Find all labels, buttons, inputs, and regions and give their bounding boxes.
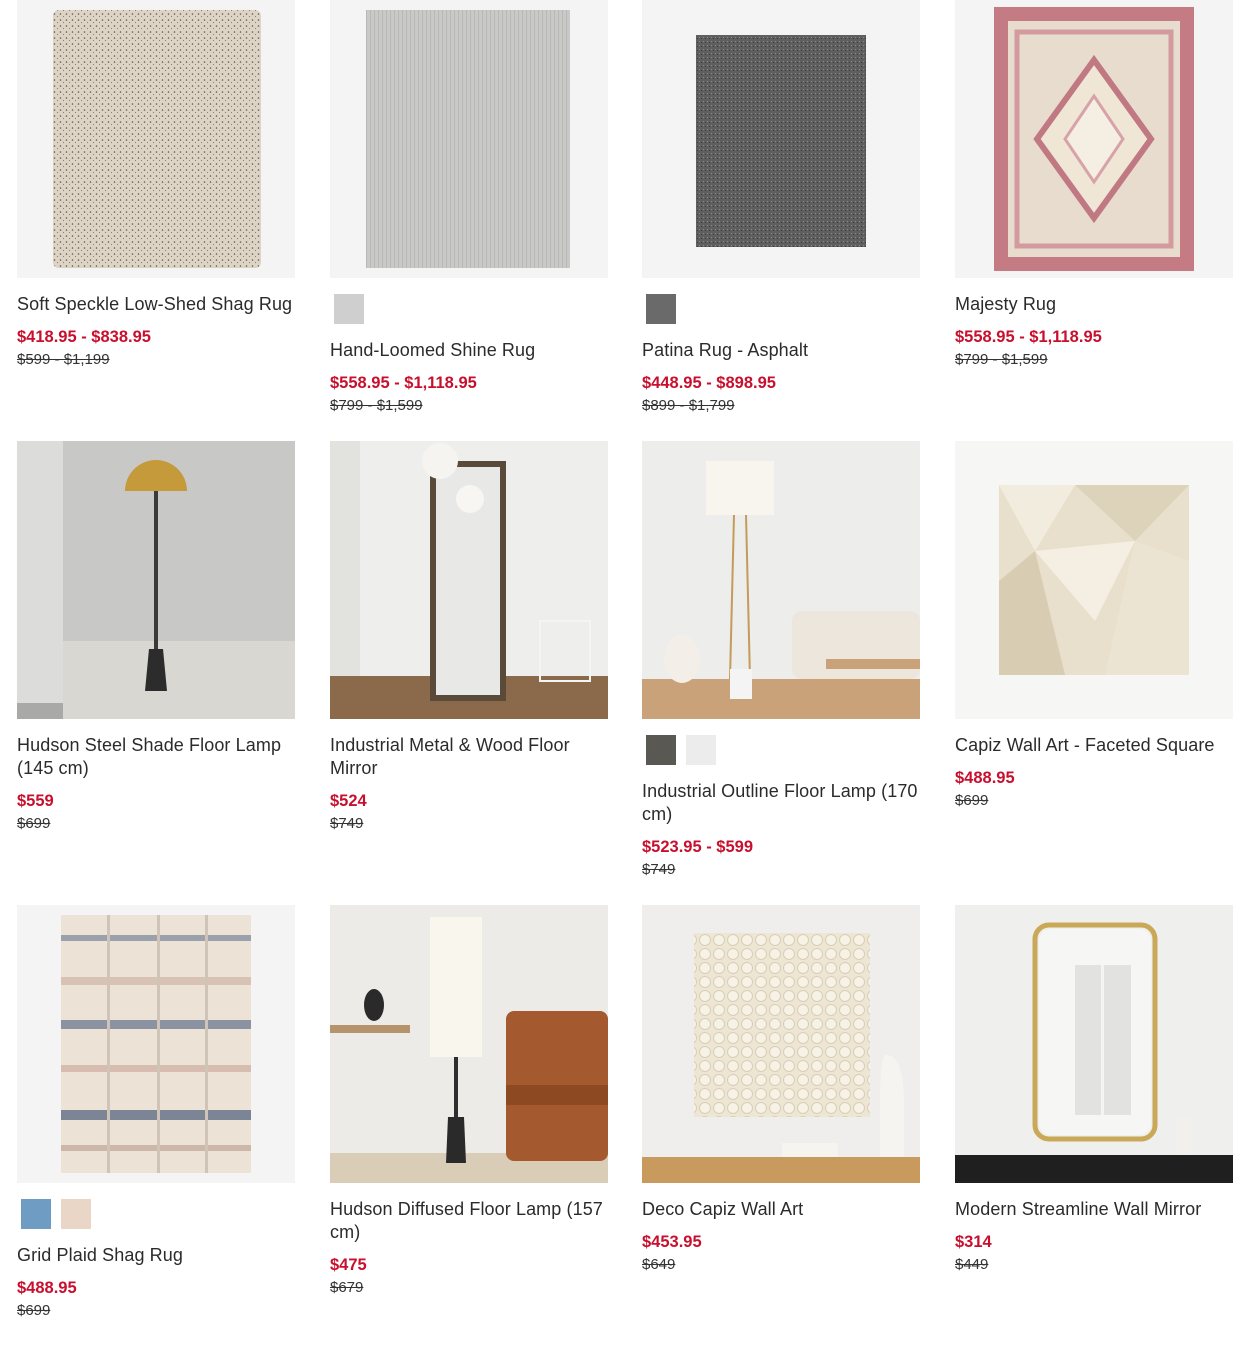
product-image[interactable] [17,441,295,719]
product-name[interactable]: Modern Streamline Wall Mirror [955,1198,1233,1221]
color-swatch[interactable] [21,1199,51,1229]
sale-price: $523.95 - $599 [642,838,754,856]
product-card: Soft Speckle Low-Shed Shag Rug $418.95 -… [17,0,295,370]
product-card: Patina Rug - Asphalt $448.95 - $898.95 $… [642,0,920,416]
original-price: $899 - $1,799 [642,397,735,414]
product-name[interactable]: Industrial Metal & Wood Floor Mirror [330,734,608,780]
color-swatch[interactable] [646,294,676,324]
floor-mirror-image [330,441,608,719]
product-name[interactable]: Hand-Loomed Shine Rug [330,339,608,362]
color-swatch[interactable] [686,735,716,765]
majesty-rug-image [994,7,1194,271]
sale-price: $314 [955,1233,992,1251]
product-name[interactable]: Majesty Rug [955,293,1233,316]
product-image[interactable] [955,0,1233,278]
product-name[interactable]: Capiz Wall Art - Faceted Square [955,734,1233,757]
product-card: Industrial Outline Floor Lamp (170 cm) $… [642,441,920,880]
product-image[interactable] [642,441,920,719]
swatch-row [642,735,920,765]
shine-rug-image [366,10,570,268]
original-price: $599 - $1,199 [17,351,110,368]
product-image[interactable] [642,0,920,278]
speckle-rug-image [53,10,261,268]
product-card: Capiz Wall Art - Faceted Square $488.95 … [955,441,1233,811]
original-price: $749 [330,815,364,832]
patina-rug-image [696,35,866,247]
sale-price: $558.95 - $1,118.95 [330,374,477,392]
original-price: $679 [330,1279,364,1296]
original-price: $699 [17,1302,51,1319]
original-price: $799 - $1,599 [955,351,1048,368]
dome-lamp-image [17,441,295,719]
sale-price: $488.95 [955,769,1015,787]
product-image[interactable] [330,905,608,1183]
sale-price: $418.95 - $838.95 [17,328,151,346]
sale-price: $448.95 - $898.95 [642,374,776,392]
product-name[interactable]: Soft Speckle Low-Shed Shag Rug [17,293,295,316]
sale-price: $475 [330,1256,367,1274]
product-card: Hudson Steel Shade Floor Lamp (145 cm) $… [17,441,295,834]
deco-capiz-image [642,905,920,1183]
product-image[interactable] [330,0,608,278]
product-card: Modern Streamline Wall Mirror $314 $449 [955,905,1233,1275]
sale-price: $453.95 [642,1233,702,1251]
swatch-row [330,294,608,324]
product-image[interactable] [17,0,295,278]
original-price: $799 - $1,599 [330,397,423,414]
sale-price: $558.95 - $1,118.95 [955,328,1102,346]
product-card: Majesty Rug $558.95 - $1,118.95 $799 - $… [955,0,1233,370]
product-image[interactable] [955,441,1233,719]
sale-price: $524 [330,792,367,810]
original-price: $699 [17,815,51,832]
diffused-lamp-image [330,905,608,1183]
product-card: Grid Plaid Shag Rug $488.95 $699 [17,905,295,1321]
product-name[interactable]: Hudson Steel Shade Floor Lamp (145 cm) [17,734,295,780]
product-card: Hand-Loomed Shine Rug $558.95 - $1,118.9… [330,0,608,416]
original-price: $649 [642,1256,676,1273]
sale-price: $488.95 [17,1279,77,1297]
product-image[interactable] [17,905,295,1183]
color-swatch[interactable] [646,735,676,765]
product-card: Industrial Metal & Wood Floor Mirror $52… [330,441,608,834]
product-name[interactable]: Industrial Outline Floor Lamp (170 cm) [642,780,920,826]
product-name[interactable]: Patina Rug - Asphalt [642,339,920,362]
product-image[interactable] [330,441,608,719]
sale-price: $559 [17,792,54,810]
product-image[interactable] [955,905,1233,1183]
swatch-row [642,294,920,324]
product-name[interactable]: Grid Plaid Shag Rug [17,1244,295,1267]
outline-lamp-image [642,441,920,719]
color-swatch[interactable] [61,1199,91,1229]
product-image[interactable] [642,905,920,1183]
product-name[interactable]: Hudson Diffused Floor Lamp (157 cm) [330,1198,608,1244]
swatch-row [17,1199,295,1229]
product-card: Hudson Diffused Floor Lamp (157 cm) $475… [330,905,608,1298]
plaid-rug-image [61,915,251,1173]
product-name[interactable]: Deco Capiz Wall Art [642,1198,920,1221]
capiz-square-image [955,441,1233,719]
product-card: Deco Capiz Wall Art $453.95 $649 [642,905,920,1275]
original-price: $699 [955,792,989,809]
original-price: $449 [955,1256,989,1273]
color-swatch[interactable] [334,294,364,324]
original-price: $749 [642,861,676,878]
wall-mirror-image [955,905,1233,1183]
